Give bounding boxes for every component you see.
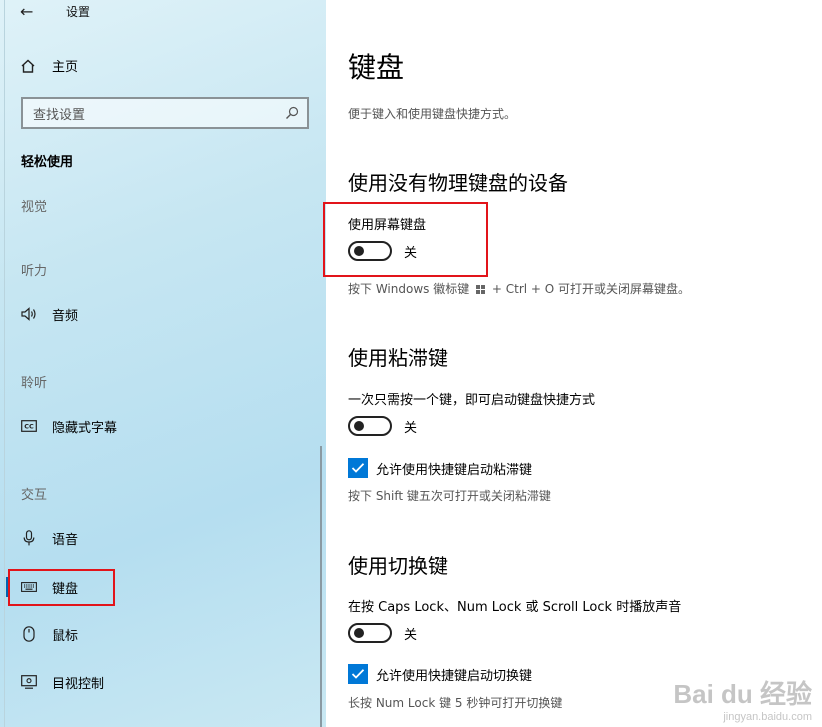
- toggle-label-toggle-keys: 在按 Caps Lock、Num Lock 或 Scroll Lock 时播放声…: [348, 600, 682, 615]
- sidebar-border: [4, 0, 5, 727]
- home-icon: [21, 59, 35, 73]
- group-heading-interaction: 交互: [21, 488, 48, 503]
- mouse-icon: [20, 626, 38, 642]
- hint-suffix: + Ctrl + O 可打开或关闭屏幕键盘。: [491, 282, 691, 296]
- checkbox-label: 允许使用快捷键启动切换键: [376, 668, 533, 684]
- hint-prefix: 按下 Windows 徽标键: [348, 282, 470, 296]
- sidebar-item-label: 隐藏式字幕: [52, 420, 118, 436]
- search-placeholder: 查找设置: [33, 107, 86, 123]
- sidebar-item-eye-control[interactable]: 目视控制: [20, 668, 104, 696]
- checkmark-icon: [351, 669, 365, 679]
- main-content: 键盘 便于键入和使用键盘快捷方式。 使用没有物理键盘的设备 使用屏幕键盘 关 按…: [323, 0, 822, 727]
- sidebar-item-mouse[interactable]: 鼠标: [20, 620, 78, 648]
- watermark: Bai du 经验 jingyan.baidu.com: [673, 674, 812, 723]
- section-title: 轻松使用: [21, 155, 74, 170]
- sidebar-item-home[interactable]: 主页: [20, 56, 78, 75]
- checkmark-icon: [351, 463, 365, 473]
- svg-text:CC: CC: [24, 423, 34, 431]
- sidebar-item-label: 音频: [52, 308, 79, 324]
- closed-caption-icon: CC: [20, 420, 38, 432]
- hint-on-screen-keyboard: 按下 Windows 徽标键 + Ctrl + O 可打开或关闭屏幕键盘。: [348, 280, 690, 297]
- page-description: 便于键入和使用键盘快捷方式。: [348, 107, 517, 121]
- sidebar-item-audio[interactable]: 音频: [20, 300, 78, 328]
- sidebar-item-label: 主页: [52, 60, 79, 75]
- toggle-knob: [354, 628, 364, 638]
- search-input[interactable]: 查找设置: [21, 97, 309, 129]
- toggle-row-toggle-keys: 关: [348, 623, 417, 643]
- section-heading-toggle-keys: 使用切换键: [348, 554, 448, 578]
- toggle-keys-toggle[interactable]: [348, 623, 392, 643]
- page-title: 键盘: [348, 51, 405, 84]
- speaker-icon: [20, 307, 38, 321]
- highlight-box-on-screen-keyboard: [323, 202, 488, 277]
- section-heading-on-screen-keyboard: 使用没有物理键盘的设备: [348, 171, 568, 195]
- back-arrow-icon[interactable]: ←: [20, 2, 40, 21]
- checkbox-checked[interactable]: [348, 664, 368, 684]
- sticky-keys-shortcut-checkbox-row[interactable]: 允许使用快捷键启动粘滞键: [348, 458, 532, 478]
- sidebar-item-label: 鼠标: [52, 628, 79, 644]
- eye-control-icon: [20, 675, 38, 689]
- sidebar-scrollbar[interactable]: [320, 446, 322, 727]
- sidebar-item-label: 语音: [52, 532, 79, 548]
- search-icon: [286, 106, 299, 119]
- toggle-label-sticky-keys: 一次只需按一个键，即可启动键盘快捷方式: [348, 393, 596, 408]
- toggle-state-text: 关: [404, 420, 418, 436]
- toggle-knob: [354, 421, 364, 431]
- title-bar: ← 设置: [20, 0, 90, 22]
- group-heading-listening: 聆听: [21, 376, 48, 391]
- hint-sticky-keys: 按下 Shift 键五次可打开或关闭粘滞键: [348, 489, 551, 503]
- sidebar-item-speech[interactable]: 语音: [20, 524, 78, 552]
- windows-logo-icon: [476, 285, 486, 294]
- section-heading-sticky-keys: 使用粘滞键: [348, 346, 448, 370]
- group-heading-hearing: 听力: [21, 264, 48, 279]
- checkbox-checked[interactable]: [348, 458, 368, 478]
- sidebar-item-label: 目视控制: [52, 676, 105, 692]
- window-title: 设置: [66, 4, 91, 19]
- toggle-row-sticky-keys: 关: [348, 416, 417, 436]
- hint-toggle-keys: 长按 Num Lock 键 5 秒钟可打开切换键: [348, 696, 563, 710]
- highlight-box-keyboard: [8, 569, 115, 606]
- watermark-logo: Bai du 经验: [673, 679, 812, 709]
- toggle-keys-shortcut-checkbox-row[interactable]: 允许使用快捷键启动切换键: [348, 664, 532, 684]
- toggle-state-text: 关: [404, 627, 418, 643]
- sidebar: ← 设置 主页 查找设置 轻松使用 视觉 听力 音频 聆听 CC 隐藏式字幕 交…: [0, 0, 326, 727]
- group-heading-vision: 视觉: [21, 200, 48, 215]
- watermark-url: jingyan.baidu.com: [723, 711, 812, 723]
- microphone-icon: [20, 530, 38, 546]
- sticky-keys-toggle[interactable]: [348, 416, 392, 436]
- checkbox-label: 允许使用快捷键启动粘滞键: [376, 462, 533, 478]
- sidebar-item-closed-captions[interactable]: CC 隐藏式字幕: [20, 412, 117, 440]
